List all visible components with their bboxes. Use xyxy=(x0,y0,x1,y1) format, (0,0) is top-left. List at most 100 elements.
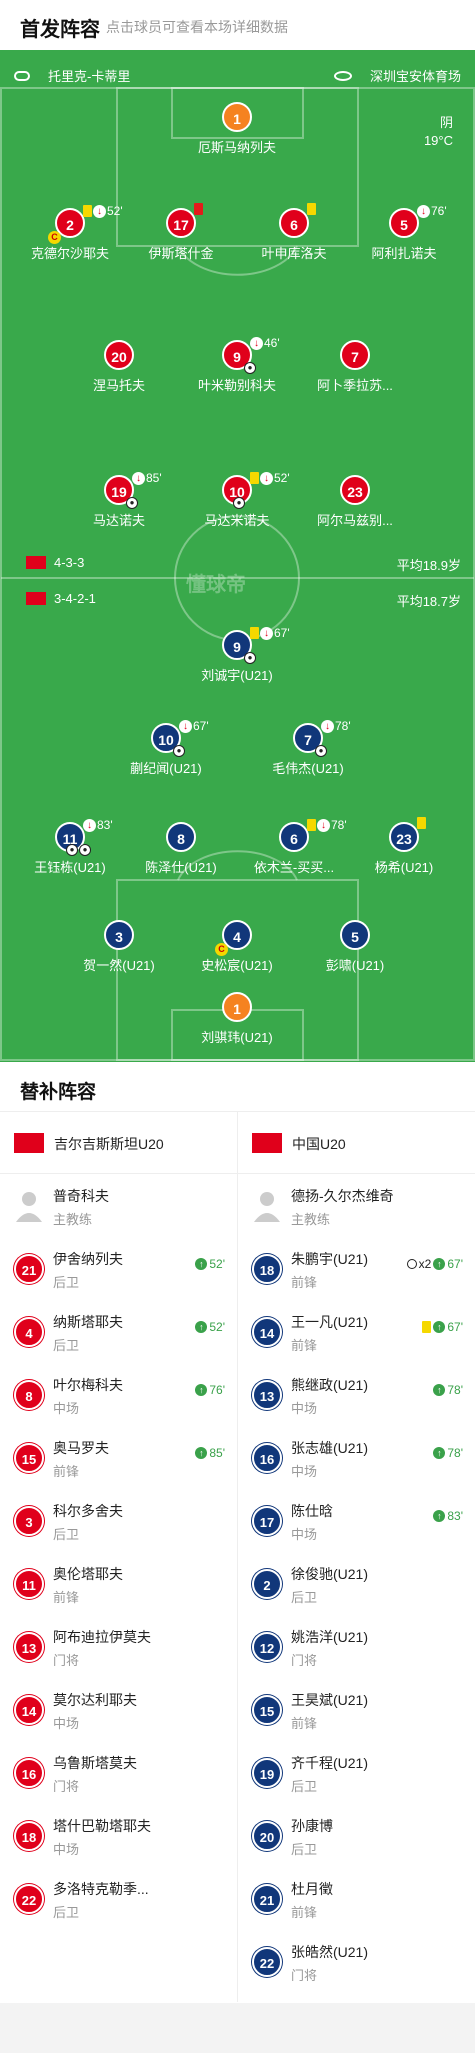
weather: 阴 19°C xyxy=(424,114,453,150)
player-number: 23 xyxy=(396,831,412,847)
sub-row[interactable]: 11 奥伦塔耶夫 前锋 xyxy=(0,1552,237,1615)
player-home-19[interactable]: 19 ↓ 85' ● 马达诺夫 xyxy=(54,471,184,529)
sub-row[interactable]: 14 王一凡(U21) 前锋 ↑ 67' xyxy=(238,1300,475,1363)
sub-row[interactable]: 18 塔什巴勒塔耶夫 中场 xyxy=(0,1804,237,1867)
sub-row[interactable]: 17 陈仕晗 中场 ↑ 83' xyxy=(238,1489,475,1552)
player-number: 2 xyxy=(66,217,74,233)
sub-row[interactable]: 22 张皓然(U21) 门将 xyxy=(238,1930,475,1993)
player-home-5[interactable]: 5 ↓ 76' 阿利扎诺夫 xyxy=(339,204,469,262)
sub-row[interactable]: 2 徐俊驰(U21) 后卫 xyxy=(238,1552,475,1615)
sub-event: ↑ 78' xyxy=(433,1383,463,1397)
sub-in-icon: ↑ xyxy=(433,1321,446,1333)
sub-position: 门将 xyxy=(53,1653,80,1668)
player-home-7[interactable]: 7 阿卜季拉苏... xyxy=(290,340,420,394)
sub-row[interactable]: 21 杜月徵 前锋 xyxy=(238,1867,475,1930)
player-name: 马达诺夫 xyxy=(92,513,145,528)
player-away-1[interactable]: 1 刘骐玮(U21) xyxy=(172,992,302,1046)
sub-number: 22 xyxy=(252,1947,282,1977)
sub-name: 叶尔梅科夫 xyxy=(53,1377,123,1393)
sub-row[interactable]: 16 乌鲁斯塔莫夫 门将 xyxy=(0,1741,237,1804)
sub-time: 85' xyxy=(146,471,162,485)
player-number: 7 xyxy=(340,340,370,370)
player-away-4[interactable]: 4 C 史松宸(U21) xyxy=(172,920,302,974)
player-home-9[interactable]: 9 ↓ 46' ● 叶米勒别科夫 xyxy=(172,336,302,394)
player-home-20[interactable]: 20 涅马托夫 xyxy=(54,340,184,394)
sub-name: 陈仕晗 xyxy=(291,1503,333,1519)
coach-row[interactable]: 德扬-久尔杰维奇 主教练 xyxy=(238,1174,475,1237)
player-away-8[interactable]: 8 陈泽仕(U21) xyxy=(116,822,246,876)
away-subs-column: 中国U20 德扬-久尔杰维奇 主教练 18 朱鹏宇(U21) 前锋 x2 ↑ 67' 14 王一凡… xyxy=(238,1112,475,1993)
player-away-3[interactable]: 3 贺一然(U21) xyxy=(54,920,184,974)
player-name: 阿利扎诺夫 xyxy=(371,246,437,261)
coach-row[interactable]: 普奇科夫 主教练 xyxy=(0,1174,237,1237)
player-number: 8 xyxy=(166,822,196,852)
stadium-icon xyxy=(333,70,352,81)
sub-row[interactable]: 13 熊继政(U21) 中场 ↑ 78' xyxy=(238,1363,475,1426)
sub-number: 11 xyxy=(14,1569,44,1599)
sub-event: ↑ 78' xyxy=(433,1446,463,1460)
sub-name: 德扬-久尔杰维奇 xyxy=(291,1188,394,1204)
sub-time: 67' xyxy=(274,626,290,640)
player-name: 涅马托夫 xyxy=(92,378,145,393)
sub-row[interactable]: 13 阿布迪拉伊莫夫 门将 xyxy=(0,1615,237,1678)
sub-row[interactable]: 4 纳斯塔耶夫 后卫 ↑ 52' xyxy=(0,1300,237,1363)
yellow-card-icon xyxy=(417,817,426,829)
player-away-7[interactable]: 7 ↓ 78' ● 毛伟杰(U21) xyxy=(243,719,373,777)
yellow-card-icon xyxy=(83,205,92,217)
player-name: 马达米诺夫 xyxy=(204,513,270,528)
sub-number: 8 xyxy=(14,1380,44,1410)
formation-label: 3-4-2-1 xyxy=(54,591,96,606)
sub-row[interactable]: 18 朱鹏宇(U21) 前锋 x2 ↑ 67' xyxy=(238,1237,475,1300)
sub-row[interactable]: 15 王昊斌(U21) 前锋 xyxy=(238,1678,475,1741)
team-name: 吉尔吉斯斯坦U20 xyxy=(54,1136,164,1152)
sub-row[interactable]: 12 姚浩洋(U21) 门将 xyxy=(238,1615,475,1678)
yellow-card-icon xyxy=(422,1321,432,1333)
sub-row[interactable]: 21 伊舍纳列夫 后卫 ↑ 52' xyxy=(0,1237,237,1300)
sub-out-icon: ↓ xyxy=(250,336,263,350)
goal-count: x2 xyxy=(418,1257,432,1271)
sub-row[interactable]: 22 多洛特克勒季... 后卫 xyxy=(0,1867,237,1930)
player-name: 陈泽仕(U21) xyxy=(145,860,217,875)
own-goal-icon: ● xyxy=(244,362,256,374)
home-team-row: 吉尔吉斯斯坦U20 xyxy=(0,1112,237,1174)
sub-in-icon: ↑ xyxy=(195,1447,208,1459)
sub-row[interactable]: 3 科尔多舍夫 后卫 xyxy=(0,1489,237,1552)
goal-icon: ● xyxy=(66,844,78,856)
sub-out-icon: ↓ xyxy=(83,818,96,832)
player-home-23[interactable]: 23 阿尔马兹别... xyxy=(290,475,420,529)
sub-position: 后卫 xyxy=(53,1905,80,1920)
sub-row[interactable]: 19 齐千程(U21) 后卫 xyxy=(238,1741,475,1804)
sub-event: ↑ 83' xyxy=(433,1509,463,1523)
player-home-1[interactable]: 1 厄斯马纳列夫 xyxy=(172,102,302,156)
sub-row[interactable]: 20 孙康博 后卫 xyxy=(238,1804,475,1867)
watermark: 懂球帝 xyxy=(186,574,246,596)
sub-in-icon: ↑ xyxy=(195,1384,208,1396)
sub-name: 阿布迪拉伊莫夫 xyxy=(53,1629,151,1645)
player-home-17[interactable]: 17 伊斯塔什金 xyxy=(116,203,246,262)
sub-time: 67' xyxy=(447,1257,463,1271)
player-away-9[interactable]: 9 ↓ 67' ● 刘诚宇(U21) xyxy=(172,626,302,684)
sub-position: 门将 xyxy=(291,1968,318,1983)
player-away-5[interactable]: 5 彭啸(U21) xyxy=(290,920,420,974)
sub-row[interactable]: 14 莫尔达利耶夫 中场 xyxy=(0,1678,237,1741)
sub-time: 78' xyxy=(447,1446,463,1460)
sub-row[interactable]: 15 奥马罗夫 前锋 ↑ 85' xyxy=(0,1426,237,1489)
sub-position: 后卫 xyxy=(53,1275,80,1290)
sub-number: 21 xyxy=(14,1254,44,1284)
player-home-10[interactable]: 10 ↓ 52' ● 马达米诺夫 xyxy=(172,471,302,529)
sub-name: 王一凡(U21) xyxy=(291,1314,369,1330)
sub-out-icon: ↓ xyxy=(260,471,273,485)
sub-number: 2 xyxy=(252,1569,282,1599)
player-name: 史松宸(U21) xyxy=(201,958,273,973)
player-away-10[interactable]: 10 ↓ 67' ● 蒯纪闻(U21) xyxy=(101,719,231,777)
coach-avatar-icon xyxy=(14,1188,44,1224)
goal-icon: ● xyxy=(126,497,138,509)
sub-position: 前锋 xyxy=(291,1338,318,1353)
sub-row[interactable]: 8 叶尔梅科夫 中场 ↑ 76' xyxy=(0,1363,237,1426)
player-away-23[interactable]: 23 杨希(U21) xyxy=(339,817,469,876)
sub-position: 门将 xyxy=(291,1653,318,1668)
player-number: 7 xyxy=(304,732,312,748)
sub-row[interactable]: 16 张志雄(U21) 中场 ↑ 78' xyxy=(238,1426,475,1489)
player-name: 阿卜季拉苏... xyxy=(317,378,393,393)
sub-time: 76' xyxy=(431,204,447,218)
